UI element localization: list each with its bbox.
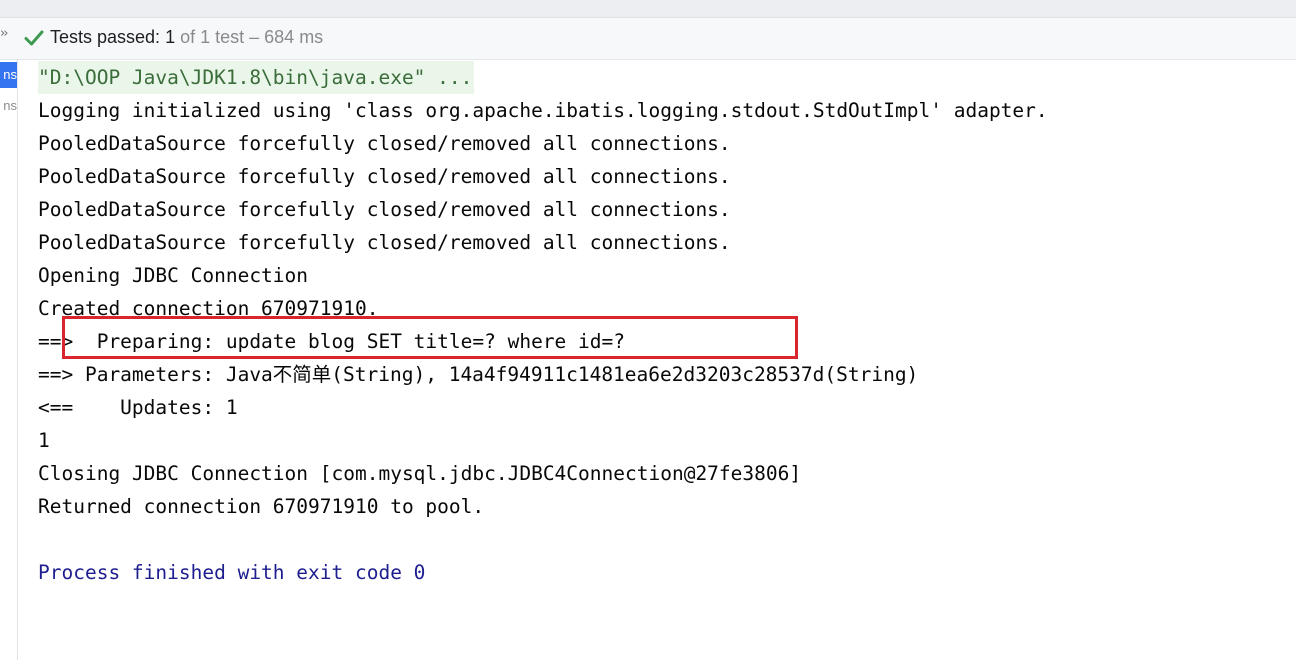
console-line: Logging initialized using 'class org.apa… bbox=[38, 99, 1048, 122]
console-line: PooledDataSource forcefully closed/remov… bbox=[38, 231, 731, 254]
process-finished-line: Process finished with exit code 0 bbox=[38, 561, 426, 584]
test-status-text: Tests passed: 1 of 1 test – 684 ms bbox=[50, 27, 323, 48]
left-sidebar: ns ns bbox=[0, 60, 18, 660]
tests-summary: of 1 test – 684 ms bbox=[180, 27, 324, 47]
tests-passed-count: 1 bbox=[165, 27, 176, 47]
console-line: Returned connection 670971910 to pool. bbox=[38, 495, 485, 518]
console-line-parameters: ==> Parameters: Java不简单(String), 14a4f94… bbox=[38, 363, 919, 386]
window-top-strip bbox=[0, 0, 1296, 18]
console-line: 1 bbox=[38, 429, 50, 452]
expand-icon[interactable]: ›› bbox=[0, 26, 9, 41]
sidebar-item-inactive[interactable]: ns bbox=[0, 93, 17, 119]
console-line-updates: <== Updates: 1 bbox=[38, 396, 238, 419]
tests-passed-label: Tests passed: bbox=[50, 27, 161, 47]
console-output[interactable]: "D:\OOP Java\JDK1.8\bin\java.exe" ... Lo… bbox=[18, 60, 1296, 660]
console-line: PooledDataSource forcefully closed/remov… bbox=[38, 132, 731, 155]
test-status-bar: ›› Tests passed: 1 of 1 test – 684 ms bbox=[0, 18, 1296, 60]
console-line: Opening JDBC Connection bbox=[38, 264, 309, 287]
console-command-line[interactable]: "D:\OOP Java\JDK1.8\bin\java.exe" ... bbox=[38, 61, 475, 94]
highlight-annotation-box bbox=[62, 316, 798, 359]
check-icon bbox=[24, 30, 44, 46]
console-line: PooledDataSource forcefully closed/remov… bbox=[38, 165, 731, 188]
console-line: Closing JDBC Connection [com.mysql.jdbc.… bbox=[38, 462, 802, 485]
console-line: PooledDataSource forcefully closed/remov… bbox=[38, 198, 731, 221]
sidebar-item-active[interactable]: ns bbox=[0, 62, 17, 88]
